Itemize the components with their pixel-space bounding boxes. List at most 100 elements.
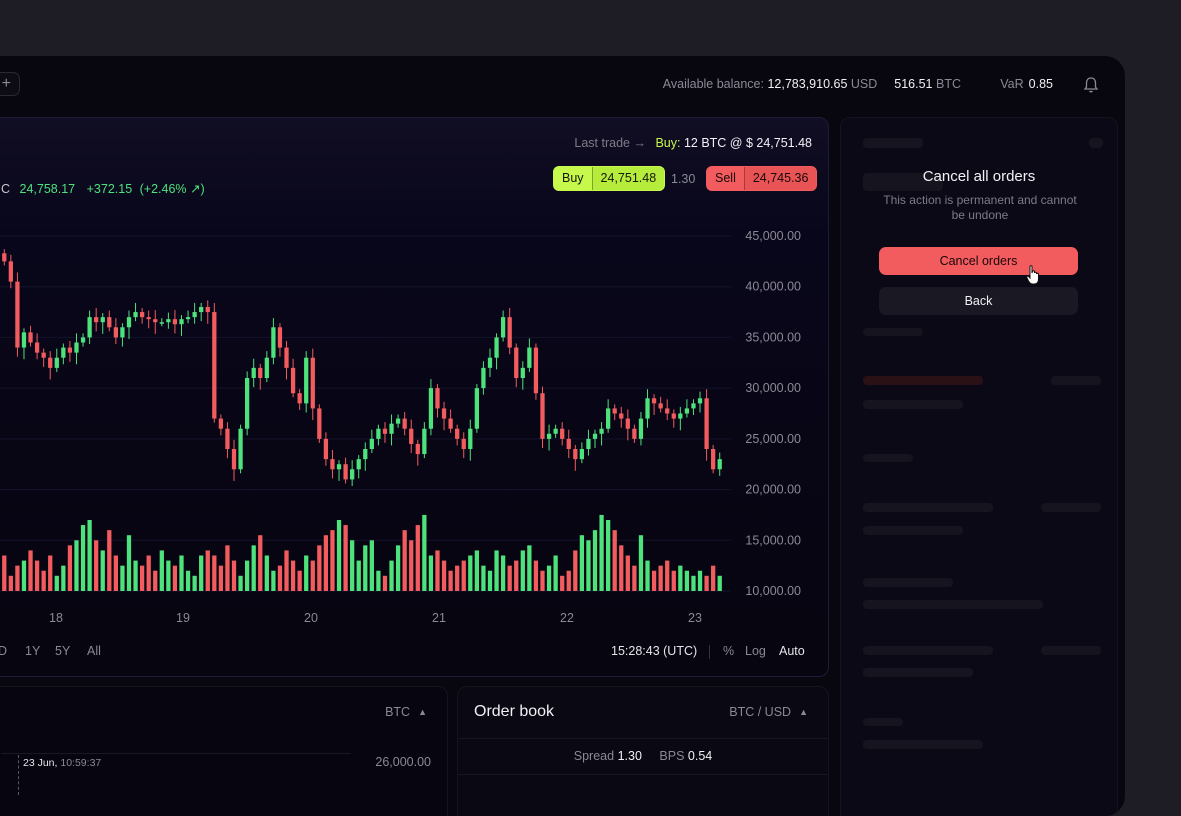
volume-bar [107, 530, 112, 591]
candle-body [199, 307, 204, 313]
candle-body [297, 393, 302, 404]
var-indicator: VaR 0.85 [1000, 77, 1053, 91]
volume-bar [455, 565, 460, 591]
volume-bar [422, 514, 427, 591]
crosshair-clock: 10:59:37 [60, 757, 102, 769]
candle-body [330, 459, 335, 470]
candle-body [395, 418, 401, 424]
candle-body [507, 317, 512, 348]
candle-body [606, 408, 611, 429]
volume-bar [15, 565, 20, 591]
range-d-button[interactable]: D [0, 644, 7, 658]
candle-body [415, 443, 420, 455]
candle-body [455, 428, 460, 439]
candle-body [8, 261, 13, 282]
candle-body [599, 428, 604, 434]
candle-body [573, 449, 578, 460]
y-tick-label: 45,000.00 [745, 229, 801, 243]
x-tick-label: 23 [688, 611, 702, 625]
row-placeholder [863, 646, 993, 655]
percent-toggle[interactable]: % [723, 644, 734, 658]
volume-bar [199, 555, 204, 591]
add-tab-button[interactable]: + [0, 72, 20, 96]
candle-body [153, 319, 158, 323]
y-tick-label: 15,000.00 [745, 533, 801, 547]
depth-panel: BTC ▲︎ 23 Jun, 10:59:37 26,000.00 [0, 686, 448, 816]
sort-chevron-icon: ▲︎ [418, 707, 427, 717]
divider [709, 645, 710, 659]
candle-body [120, 327, 125, 338]
volume-bar [704, 575, 709, 591]
depth-asset-select[interactable]: BTC ▲︎ [385, 705, 427, 719]
cancel-orders-button[interactable]: Cancel orders [879, 247, 1078, 275]
depth-price-label: 26,000.00 [375, 755, 431, 769]
candle-body [245, 378, 250, 429]
candle-body [21, 332, 27, 348]
row-placeholder [1041, 503, 1101, 512]
sort-chevron-icon: ▲︎ [799, 707, 808, 717]
row-placeholder [863, 503, 993, 512]
volume-bar [684, 570, 690, 591]
candle-body [74, 342, 79, 353]
candle-body [179, 319, 184, 325]
volume-bar [251, 545, 256, 591]
candlestick-chart[interactable]: 45,000.00 40,000.00 35,000.00 30,000.00 25,0… [0, 118, 829, 677]
volume-bar [579, 535, 585, 591]
candle-body [632, 428, 637, 439]
row-placeholder [863, 718, 903, 726]
volume-bar [494, 550, 499, 591]
candle-body [448, 418, 453, 429]
candle-body [54, 357, 59, 368]
candle-body [402, 418, 407, 429]
candle-body [113, 327, 118, 338]
candle-body [48, 357, 53, 368]
order-book-panel: Order book BTC / USD ▲︎ Spread 1.30 BPS 0… [457, 686, 829, 816]
volume-bar [500, 555, 506, 591]
hand-cursor-icon [1026, 265, 1039, 285]
volume-bar [671, 570, 676, 591]
range-1y-button[interactable]: 1Y [25, 644, 40, 658]
balance-btc: 516.51 [894, 77, 933, 91]
candle-body [225, 428, 230, 449]
volume-bar [179, 555, 184, 591]
volume-bar [67, 545, 73, 591]
x-tick-label: 19 [176, 611, 190, 625]
volume-bar [225, 545, 230, 591]
candle-body [231, 449, 237, 470]
volume-bar [304, 555, 309, 591]
row-placeholder [863, 328, 923, 336]
candle-body [323, 438, 329, 460]
candle-body [2, 253, 7, 262]
pair-select[interactable]: BTC / USD ▲︎ [729, 705, 808, 719]
volume-bar [402, 530, 407, 591]
candle-body [363, 449, 368, 460]
candle-body [520, 367, 525, 378]
candle-body [494, 337, 499, 358]
volume-bar [435, 550, 440, 591]
back-button[interactable]: Back [879, 287, 1078, 315]
chart-footer: D 1Y 5Y All 15:28:43 (UTC) % Log Auto [0, 644, 828, 664]
candle-body [527, 347, 532, 368]
range-all-button[interactable]: All [87, 644, 101, 658]
y-tick-label: 25,000.00 [745, 432, 801, 446]
volume-bar [560, 575, 565, 591]
range-5y-button[interactable]: 5Y [55, 644, 70, 658]
candle-body [67, 347, 73, 353]
candle-body [356, 459, 361, 470]
volume-bar [120, 565, 125, 591]
bell-icon[interactable] [1083, 76, 1099, 94]
volume-bar [185, 570, 191, 591]
candle-body [251, 367, 256, 378]
volume-bar [691, 575, 696, 591]
candle-body [336, 464, 342, 470]
candle-body [264, 357, 269, 378]
volume-bar [212, 555, 217, 591]
volume-bar [356, 560, 361, 591]
log-toggle[interactable]: Log [745, 644, 766, 658]
candle-body [28, 332, 33, 343]
crosshair-date: 23 Jun, [23, 757, 58, 769]
auto-toggle[interactable]: Auto [779, 644, 805, 658]
volume-bar [711, 565, 716, 591]
balance-usd-unit: USD [850, 77, 878, 91]
candle-body [704, 398, 709, 449]
